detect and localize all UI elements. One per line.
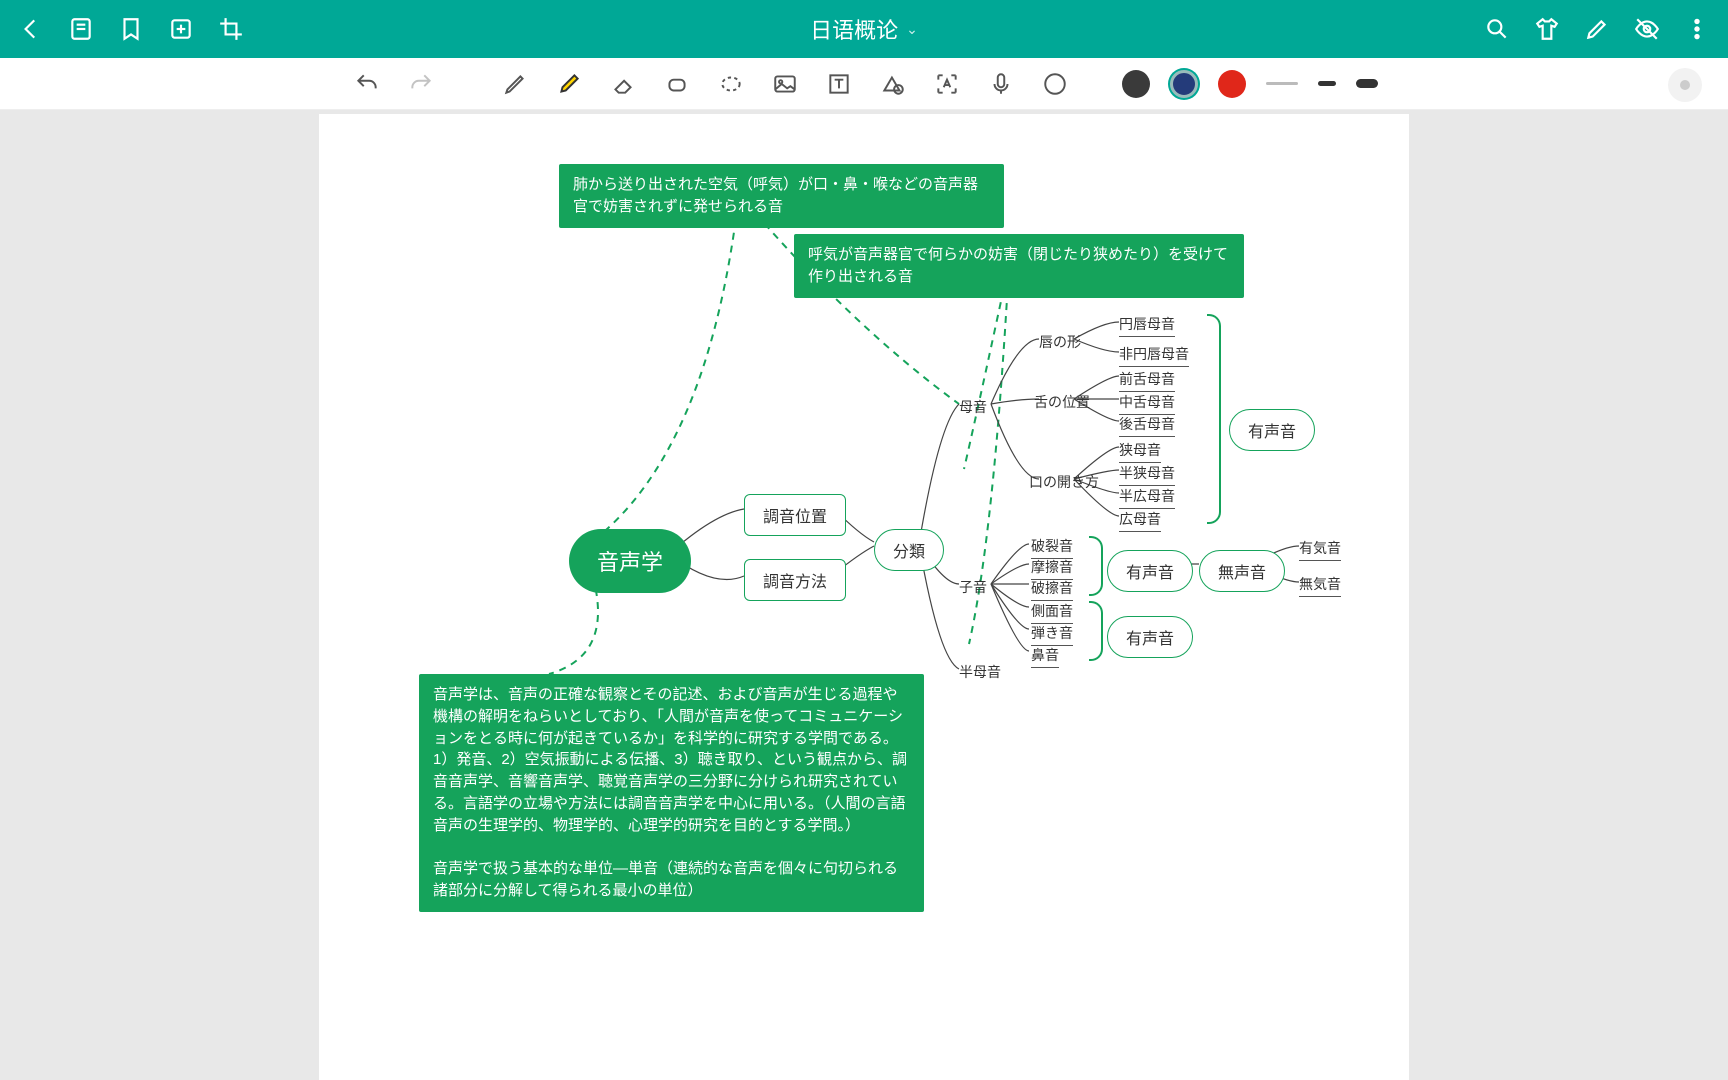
circle-tool[interactable]: [1038, 67, 1072, 101]
leaf-o1: 狭母音: [1119, 440, 1161, 463]
stroke-thin[interactable]: [1266, 82, 1298, 85]
add-page-icon[interactable]: [168, 16, 194, 42]
node-open: 口の開き方: [1029, 472, 1099, 492]
eye-off-icon[interactable]: [1634, 16, 1660, 42]
stroke-med[interactable]: [1318, 81, 1336, 86]
leaf-c1: 破裂音: [1031, 536, 1073, 559]
root-node: 音声学: [569, 529, 691, 593]
image-tool[interactable]: [768, 67, 802, 101]
search-icon[interactable]: [1484, 16, 1510, 42]
back-icon[interactable]: [18, 16, 44, 42]
leaf-t2: 中舌母音: [1119, 392, 1175, 415]
chevron-down-icon: ⌄: [906, 21, 918, 38]
leaf-c2: 摩擦音: [1031, 557, 1073, 580]
pen-tool[interactable]: [498, 67, 532, 101]
node-tongue: 舌の位置: [1034, 392, 1090, 412]
leaf-lip2: 非円唇母音: [1119, 344, 1189, 367]
node-class: 分類: [874, 529, 944, 571]
stroke-thick[interactable]: [1356, 79, 1378, 88]
node-manner: 調音方法: [744, 559, 846, 601]
node-consonant: 子音: [959, 577, 987, 597]
mic-tool[interactable]: [984, 67, 1018, 101]
redo-button[interactable]: [404, 67, 438, 101]
top-bar: 日语概论 ⌄: [0, 0, 1728, 58]
undo-button[interactable]: [350, 67, 384, 101]
shape-tool[interactable]: [876, 67, 910, 101]
pill-voiced-vowel: 有声音: [1229, 409, 1315, 451]
note-phonetics-desc: 音声学は、音声の正確な観察とその記述、および音声が生じる過程や機構の解明をねらい…: [419, 674, 924, 912]
soft-eraser-tool[interactable]: [660, 67, 694, 101]
lasso-tool[interactable]: [714, 67, 748, 101]
leaf-asp: 有気音: [1299, 538, 1341, 561]
leaf-t1: 前舌母音: [1119, 369, 1175, 392]
node-semivowel: 半母音: [959, 662, 1001, 682]
leaf-unasp: 無気音: [1299, 574, 1341, 597]
shirt-icon[interactable]: [1534, 16, 1560, 42]
leaf-o3: 半広母音: [1119, 486, 1175, 509]
page[interactable]: 肺から送り出された空気（呼気）が口・鼻・喉などの音声器官で妨害されずに発せられる…: [319, 114, 1409, 1080]
brace-vowel: [1207, 314, 1221, 524]
leaf-c3: 破擦音: [1031, 578, 1073, 601]
outline-icon[interactable]: [68, 16, 94, 42]
color-dark[interactable]: [1122, 70, 1150, 98]
brace-cons2: [1089, 601, 1103, 661]
note-vowel-def: 肺から送り出された空気（呼気）が口・鼻・喉などの音声器官で妨害されずに発せられる…: [559, 164, 1004, 228]
pill-voiceless: 無声音: [1199, 550, 1285, 592]
color-navy-selected[interactable]: [1170, 70, 1198, 98]
topbar-right: [1484, 16, 1710, 42]
color-red[interactable]: [1218, 70, 1246, 98]
ocr-tool[interactable]: [930, 67, 964, 101]
leaf-c5: 弾き音: [1031, 623, 1073, 646]
node-position: 調音位置: [744, 494, 846, 536]
title-text: 日语概论: [810, 13, 898, 45]
document-title[interactable]: 日语概论 ⌄: [810, 13, 918, 45]
eraser-tool[interactable]: [606, 67, 640, 101]
brace-cons1: [1089, 536, 1103, 596]
tool-bar: [0, 58, 1728, 110]
record-indicator[interactable]: [1668, 68, 1702, 102]
topbar-left: [18, 16, 244, 42]
node-lip: 唇の形: [1039, 332, 1081, 352]
leaf-o4: 広母音: [1119, 509, 1161, 532]
note-consonant-def: 呼気が音声器官で何らかの妨害（閉じたり狭めたり）を受けて作り出される音: [794, 234, 1244, 298]
highlighter-tool[interactable]: [552, 67, 586, 101]
bookmark-icon[interactable]: [118, 16, 144, 42]
pill-voiced-cons2: 有声音: [1107, 616, 1193, 658]
pencil-icon[interactable]: [1584, 16, 1610, 42]
leaf-lip1: 円唇母音: [1119, 314, 1175, 337]
leaf-c4: 側面音: [1031, 601, 1073, 624]
more-icon[interactable]: [1684, 16, 1710, 42]
leaf-c6: 鼻音: [1031, 645, 1059, 668]
pill-voiced-cons: 有声音: [1107, 550, 1193, 592]
node-vowel: 母音: [959, 397, 987, 417]
crop-icon[interactable]: [218, 16, 244, 42]
leaf-t3: 後舌母音: [1119, 414, 1175, 437]
text-tool[interactable]: [822, 67, 856, 101]
leaf-o2: 半狭母音: [1119, 463, 1175, 486]
canvas-area: 肺から送り出された空気（呼気）が口・鼻・喉などの音声器官で妨害されずに発せられる…: [0, 110, 1728, 1080]
